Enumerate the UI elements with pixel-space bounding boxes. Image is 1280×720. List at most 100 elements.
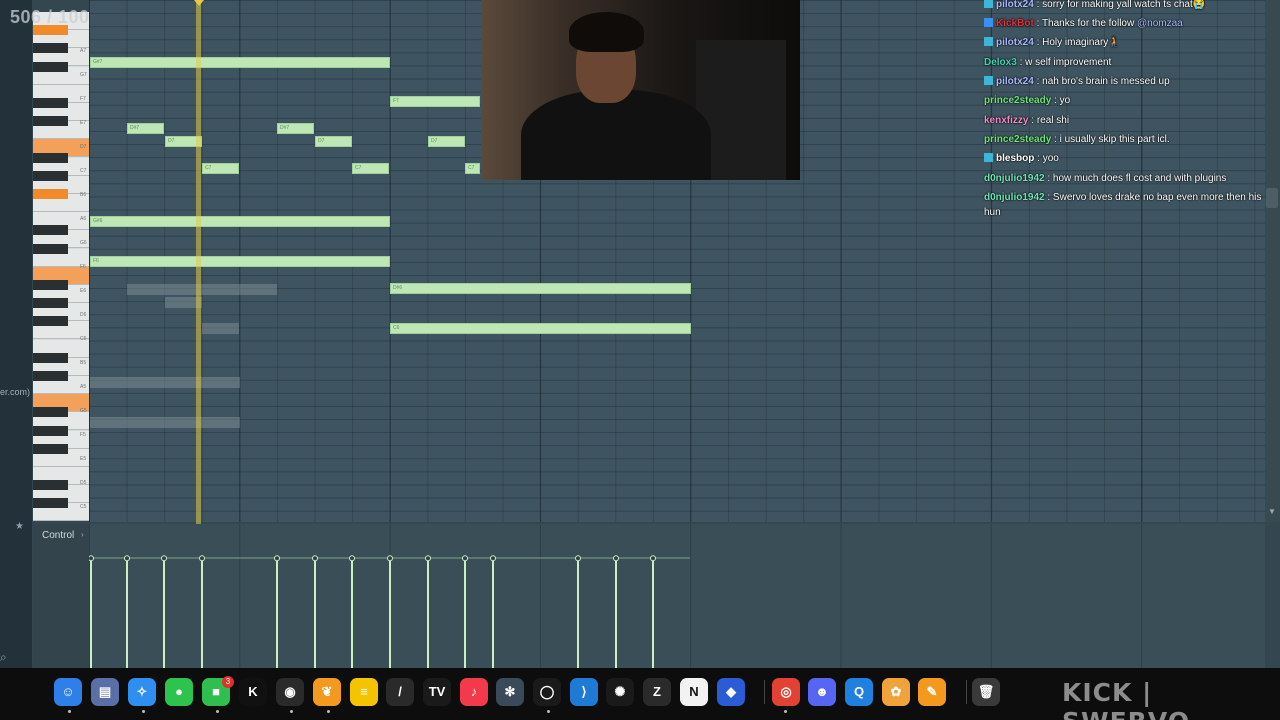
midi-note[interactable]: G#7 <box>90 57 390 68</box>
midi-note[interactable]: C6 <box>390 323 691 334</box>
chat-message: d0njulio1942 : how much does fl cost and… <box>984 171 1280 186</box>
scroll-down-arrow-icon[interactable]: ▼ <box>1266 507 1278 519</box>
midi-note-label: D7 <box>168 138 175 144</box>
chat-username[interactable]: pilotx24 <box>996 37 1034 48</box>
piano-black-key[interactable] <box>33 352 68 363</box>
dock-running-indicator <box>327 710 330 713</box>
piano-black-key[interactable] <box>33 371 68 381</box>
chat-mention[interactable]: @nomzaa <box>1137 18 1183 29</box>
midi-note-label: D7 <box>431 138 438 144</box>
midi-note[interactable]: F7 <box>390 96 480 107</box>
midi-note-label: D7 <box>318 138 325 144</box>
piano-black-key[interactable] <box>33 189 68 199</box>
velocity-chart[interactable] <box>89 545 694 668</box>
midi-note[interactable]: D#7 <box>277 123 314 134</box>
midi-note[interactable]: D#7 <box>127 123 164 134</box>
playhead-marker[interactable] <box>194 0 204 6</box>
chat-username[interactable]: d0njulio1942 <box>984 192 1045 203</box>
chrome-icon[interactable]: ◎ <box>772 678 800 706</box>
notes-icon[interactable]: ≡ <box>350 678 378 706</box>
midi-note[interactable]: D#6 <box>390 283 691 294</box>
chatgpt-icon[interactable]: ✺ <box>606 678 634 706</box>
midi-note[interactable]: C7 <box>352 163 389 174</box>
piano-black-key[interactable] <box>33 298 68 309</box>
dock-icon-glyph: ☺ <box>61 684 75 699</box>
piano-black-key[interactable] <box>33 152 68 163</box>
dock-icon-glyph: ◯ <box>539 684 555 699</box>
github-icon[interactable]: ◯ <box>533 678 561 706</box>
star-icon[interactable]: ★ <box>15 521 24 532</box>
cube-app-icon[interactable]: ◆ <box>717 678 745 706</box>
scribble-icon[interactable]: / <box>386 678 414 706</box>
search-icon[interactable]: ⌕ <box>0 650 26 666</box>
chat-username[interactable]: KickBot <box>996 18 1034 29</box>
control-dropdown-arrow-icon[interactable]: › <box>81 530 84 539</box>
preview-icon[interactable]: ▤ <box>91 678 119 706</box>
piano-black-key[interactable] <box>33 98 68 108</box>
vscode-icon[interactable]: ⟩ <box>570 678 598 706</box>
dock-icon-glyph: ▤ <box>98 684 112 699</box>
zed-icon[interactable]: Z <box>643 678 671 706</box>
finder-icon[interactable]: ☺ <box>54 678 82 706</box>
pages-icon[interactable]: ✎ <box>918 678 946 706</box>
velocity-handle <box>349 555 355 562</box>
photos-icon[interactable]: ✿ <box>882 678 910 706</box>
dock-icon-glyph: ✻ <box>504 684 516 699</box>
midi-note[interactable]: C7 <box>465 163 480 174</box>
chat-username[interactable]: blesbop <box>996 153 1034 164</box>
dock-icon-glyph: ☻ <box>815 684 829 699</box>
frame-counter: 506 / 1000 <box>10 7 101 27</box>
piano-black-key[interactable] <box>33 43 68 54</box>
midi-note[interactable]: G#6 <box>90 216 390 227</box>
midi-note-label: F6 <box>93 258 99 264</box>
safari-icon[interactable]: ✧ <box>128 678 156 706</box>
dock-running-indicator <box>68 710 71 713</box>
piano-black-key[interactable] <box>33 280 68 290</box>
midi-note[interactable]: D7 <box>428 136 465 147</box>
chat-username[interactable]: prince2steady <box>984 95 1051 106</box>
piano-key-label: C7 <box>80 168 87 174</box>
notion-icon[interactable]: N <box>680 678 708 706</box>
piano-black-key[interactable] <box>33 498 68 509</box>
stream-brand-watermark: KICK | SWERVO <box>1062 678 1189 720</box>
chat-text: how much does fl cost and with plugins <box>1052 173 1227 184</box>
piano-keyboard[interactable]: A7 G7 F7 E7 D7 C7 B6 A6 G6 F6 E6 D6 C6 B5 A5 G5 F5 E5 D5 C5… <box>33 12 89 534</box>
fl-studio-icon[interactable]: ❦ <box>313 678 341 706</box>
piano-black-key[interactable] <box>33 407 68 418</box>
chat-username[interactable]: d0njulio1942 <box>984 173 1045 184</box>
quicktime-icon[interactable]: Q <box>845 678 873 706</box>
chat-badge-icon <box>984 18 993 27</box>
chat-username[interactable]: pilotx24 <box>996 76 1034 87</box>
midi-note[interactable]: F6 <box>90 256 390 267</box>
piano-black-key[interactable] <box>33 443 68 454</box>
kick-app-icon[interactable]: K <box>239 678 267 706</box>
piano-black-key[interactable] <box>33 480 68 491</box>
dock-running-indicator <box>216 710 219 713</box>
chat-username[interactable]: pilotx24 <box>996 0 1034 10</box>
music-icon[interactable]: ♪ <box>460 678 488 706</box>
midi-note[interactable]: C7 <box>202 163 239 174</box>
midi-note-label: D#7 <box>130 125 140 131</box>
control-lane-label[interactable]: Control <box>42 530 74 541</box>
piano-black-key[interactable] <box>33 170 68 181</box>
obs-icon[interactable]: ◉ <box>276 678 304 706</box>
dock-icon-glyph: TV <box>428 684 446 699</box>
tradingview-icon[interactable]: TV <box>423 678 451 706</box>
piano-black-key[interactable] <box>33 425 68 436</box>
piano-black-key[interactable] <box>33 316 68 327</box>
trash-icon[interactable]: 🗑 <box>972 678 1000 706</box>
davinci-icon[interactable]: ✻ <box>496 678 524 706</box>
chat-username[interactable]: Delox3 <box>984 57 1017 68</box>
messages-icon[interactable]: ● <box>165 678 193 706</box>
piano-black-key[interactable] <box>33 225 68 236</box>
chat-username[interactable]: prince2steady <box>984 134 1051 145</box>
chat-username[interactable]: kenxfizzy <box>984 115 1028 126</box>
chat-text: sorry for making yall watch ts chat😭 <box>1042 0 1206 10</box>
midi-note[interactable]: D7 <box>315 136 352 147</box>
piano-black-key[interactable] <box>33 61 68 72</box>
piano-black-key[interactable] <box>33 243 68 254</box>
velocity-handle <box>89 555 94 562</box>
discord-icon[interactable]: ☻ <box>808 678 836 706</box>
ghost-note <box>90 377 240 388</box>
piano-black-key[interactable] <box>33 116 68 127</box>
